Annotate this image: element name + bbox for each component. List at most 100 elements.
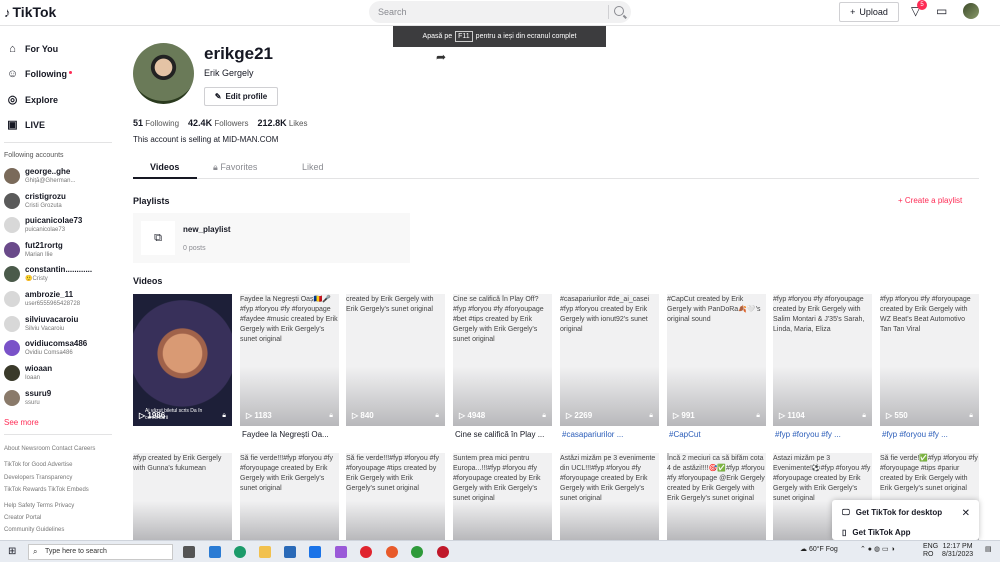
app-icon[interactable] [335, 546, 347, 558]
followers-stat[interactable]: 42.4K Followers [188, 118, 249, 128]
likes-label: Likes [288, 119, 308, 128]
edge-icon[interactable] [234, 546, 246, 558]
video-card[interactable]: #casapariurilor #de_ai_casei #fyp #foryo… [560, 294, 659, 426]
share-icon[interactable]: ➦ [436, 50, 446, 64]
account-item[interactable]: puicanicolae73 puicanicolae73 [4, 214, 82, 236]
create-playlist-button[interactable]: + Create a playlist [898, 196, 962, 205]
tab-videos[interactable]: Videos [150, 162, 179, 172]
video-card[interactable]: Încă 2 meciuri ca să bifăm cota 4 de ast… [667, 453, 766, 540]
mail-icon[interactable] [309, 546, 321, 558]
footer-links[interactable]: About Newsroom Contact Careers [4, 446, 95, 452]
task-view-icon[interactable] [183, 546, 195, 558]
chrome-icon[interactable] [386, 546, 398, 558]
recorder-icon[interactable] [437, 546, 449, 558]
footer-links[interactable]: Creator Portal [4, 515, 41, 521]
nav-for-you[interactable]: ⌂ For You [6, 43, 58, 55]
video-caption[interactable]: #fyp #foryou #fy ... [882, 430, 982, 439]
get-desktop-link[interactable]: 🖵 Get TikTok for desktop [842, 508, 942, 518]
divider [4, 142, 112, 143]
tiktok-note-icon: ♪ [4, 4, 11, 20]
video-card[interactable]: Suntem prea mici pentru Europa...!!!#fyp… [453, 453, 552, 540]
account-avatar [4, 390, 20, 406]
hint-post: pentru a ieși din ecranul complet [475, 33, 577, 40]
notification-center-icon[interactable]: ▤ [985, 545, 992, 553]
messages-icon[interactable]: ▭ [936, 4, 947, 18]
video-caption[interactable]: Faydee la Negrești Oa... [242, 430, 342, 439]
playlist-card[interactable]: ⧉ new_playlist 0 posts [133, 213, 410, 263]
footer-links[interactable]: TikTok Rewards TikTok Embeds [4, 487, 89, 493]
profile-avatar[interactable] [133, 43, 194, 104]
video-views: ▷ 1183 [246, 411, 272, 420]
account-item[interactable]: ambrozie_11 user6555965428728 [4, 288, 80, 310]
clock-date: 8/31/2023 [942, 551, 974, 558]
account-name: cristigrozu [25, 192, 66, 201]
lang-secondary: RO [923, 551, 934, 558]
upload-button[interactable]: + Upload [839, 2, 899, 22]
opera-icon[interactable] [360, 546, 372, 558]
get-app-link[interactable]: ▯ Get TikTok App [842, 528, 910, 537]
video-caption[interactable]: #CapCut [669, 430, 769, 439]
account-sub: Marian Ilie [25, 252, 53, 258]
weather-widget[interactable]: ☁ 60°F Fog [800, 545, 838, 553]
close-icon[interactable]: ✕ [962, 508, 970, 519]
tab-liked[interactable]: Liked [302, 162, 324, 172]
video-card[interactable]: #fyp created by Erik Gergely with Gunna'… [133, 453, 232, 540]
taskbar-search-input[interactable]: ⌕ Type here to search [28, 544, 173, 560]
account-item[interactable]: wioaan Ioaan [4, 362, 52, 384]
account-item[interactable]: constantin............ 🙂Cristy [4, 263, 92, 285]
tray-icons[interactable]: ⌃ ● ◍ ▭ ◑ [860, 545, 895, 553]
footer-links[interactable]: Help Safety Terms Privacy [4, 503, 74, 509]
nav-explore[interactable]: ◎ Explore [6, 93, 58, 106]
video-caption[interactable]: Cine se califică în Play ... [455, 430, 555, 439]
video-card[interactable]: Să fie verde!!!#fyp #foryou #fy #foryoup… [240, 453, 339, 540]
account-item[interactable]: fut21rortg Marian Ilie [4, 239, 63, 261]
widgets-icon[interactable] [209, 546, 221, 558]
nav-label: Following [25, 69, 67, 79]
account-name: puicanicolae73 [25, 216, 83, 225]
video-card[interactable]: Faydee la Negrești Oaș🇷🇴🎤#fyp #foryou #f… [240, 294, 339, 426]
video-card[interactable]: Astăzi mizăm pe 3 evenimente din UCL!!!#… [560, 453, 659, 540]
footer-links[interactable]: TikTok for Good Advertise [4, 462, 72, 468]
language-indicator[interactable]: ENG RO [923, 543, 938, 559]
footer-links[interactable]: Community Guidelines [4, 527, 64, 533]
see-more-link[interactable]: See more [4, 418, 39, 427]
search-input[interactable]: Search [369, 1, 631, 23]
video-card[interactable]: #fyp #foryou #fy #foryoupage created by … [880, 294, 979, 426]
account-avatar [4, 266, 20, 282]
account-avatar [4, 365, 20, 381]
clock[interactable]: 12:17 PM 8/31/2023 [942, 543, 973, 559]
avatar[interactable] [963, 3, 979, 19]
video-card[interactable]: Să fie verde!!!#fyp #foryou #fy #foryoup… [346, 453, 445, 540]
tiktok-logo[interactable]: ♪ TikTok [4, 4, 56, 20]
video-thumb-text: #CapCut created by Erik Gergely with Pan… [667, 296, 761, 323]
video-caption[interactable]: #fyp #foryou #fy ... [775, 430, 875, 439]
windows-start-icon[interactable]: ⊞ [8, 546, 16, 557]
tab-favorites[interactable]: 🔒︎ Favorites [213, 162, 257, 173]
video-card[interactable]: Ai văzut biletul scris Da în comentarii … [133, 294, 232, 426]
video-views: ▷ 840 [352, 411, 374, 420]
store-icon[interactable] [284, 546, 296, 558]
account-item[interactable]: silviuvacaroiu Silviu Vacaroiu [4, 313, 78, 335]
video-card[interactable]: Cine se califică în Play Off?#fyp #foryo… [453, 294, 552, 426]
account-item[interactable]: ovidiucomsa486 Ovidiu Comsa486 [4, 337, 87, 359]
account-item[interactable]: george..ghe Ghiță@Gherman... [4, 165, 75, 187]
utorrent-icon[interactable] [411, 546, 423, 558]
account-item[interactable]: ssuru9 ssuru [4, 387, 51, 409]
video-thumb-text: Încă 2 meciuri ca să bifăm cota 4 de ast… [667, 455, 765, 502]
video-thumb-text: Astăzi mizăm pe 3 evenimente din UCL!!!#… [560, 455, 656, 502]
video-card[interactable]: #CapCut created by Erik Gergely with Pan… [667, 294, 766, 426]
video-thumb-text: Astazi mizăm pe 3 Evenimente!⚽#fyp #fory… [773, 455, 871, 502]
account-item[interactable]: cristigrozu Cristi Grozuta [4, 190, 66, 212]
video-thumb-text: Să fie verde!!!#fyp #foryou #fy #foryoup… [346, 455, 439, 492]
nav-live[interactable]: ▣ LIVE [6, 118, 45, 131]
following-stat[interactable]: 51 Following [133, 118, 179, 128]
video-card[interactable]: #fyp #foryou #fy #foryoupage created by … [773, 294, 872, 426]
search-icon[interactable] [614, 6, 624, 16]
nav-following[interactable]: ☺ Following [6, 68, 72, 80]
footer-links[interactable]: Developers Transparency [4, 475, 72, 481]
video-caption[interactable]: #casapariurilor ... [562, 430, 662, 439]
video-card[interactable]: created by Erik Gergely with Erik Gergel… [346, 294, 445, 426]
file-explorer-icon[interactable] [259, 546, 271, 558]
edit-profile-button[interactable]: ✎ Edit profile [204, 87, 278, 106]
lang-primary: ENG [923, 543, 939, 550]
